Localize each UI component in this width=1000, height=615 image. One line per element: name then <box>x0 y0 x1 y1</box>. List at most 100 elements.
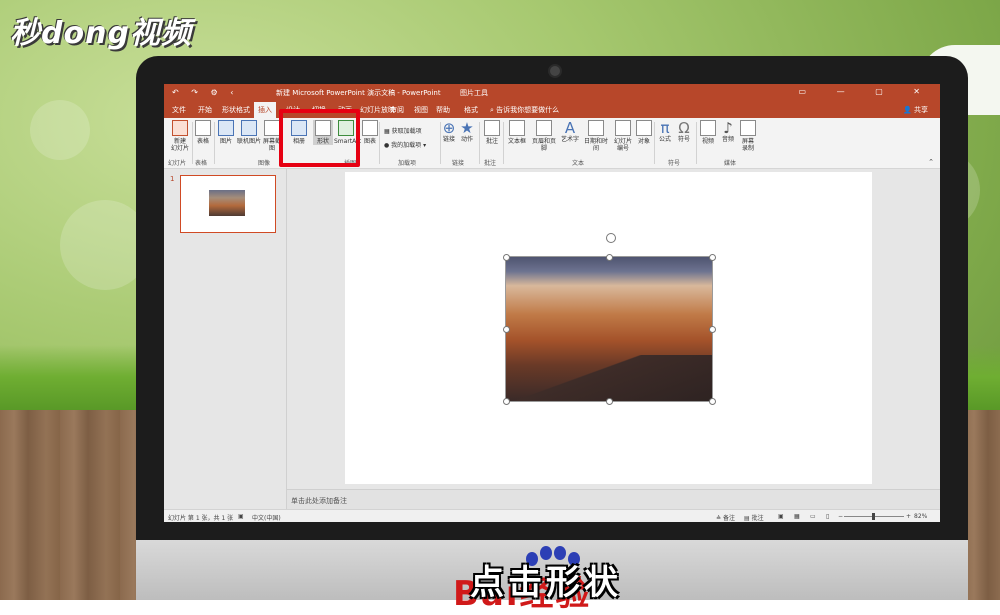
audio-button[interactable]: ♪ 音频 <box>720 120 736 143</box>
divider <box>654 122 655 164</box>
get-addins-button[interactable]: ▦ 获取加载项 <box>384 126 422 135</box>
online-picture-button[interactable]: 联机图片 <box>236 120 262 145</box>
tab-format[interactable]: 格式 <box>464 105 478 115</box>
chart-icon <box>362 120 378 136</box>
wordart-button[interactable]: A 艺术字 <box>560 120 580 143</box>
language-indicator[interactable]: 中文(中国) <box>252 513 281 522</box>
resize-handle[interactable] <box>606 254 613 261</box>
zoom-level[interactable]: 82% <box>914 513 927 520</box>
resize-handle[interactable] <box>503 398 510 405</box>
slide-number-icon <box>615 120 631 136</box>
slideshow-icon[interactable]: ▯ <box>826 513 829 520</box>
group-table: 表格 <box>195 160 208 167</box>
object-icon <box>636 120 652 136</box>
action-label: 动作 <box>460 136 473 143</box>
tab-insert[interactable]: 插入 <box>254 102 276 118</box>
resize-handle[interactable] <box>503 254 510 261</box>
window-title: 新建 Microsoft PowerPoint 演示文稿 - PowerPoin… <box>276 89 441 97</box>
collapse-ribbon-icon[interactable]: ⌃ <box>928 158 934 166</box>
table-button[interactable]: 表格 <box>194 120 212 145</box>
table-label: 表格 <box>196 138 209 145</box>
tab-home[interactable]: 开始 <box>198 105 212 115</box>
datetime-button[interactable]: 日期和时间 <box>582 120 610 152</box>
thumbnail-picture <box>209 190 245 216</box>
bokeh-light <box>30 100 90 160</box>
slide-sorter-icon[interactable]: ▦ <box>794 513 800 520</box>
window-controls[interactable]: ▭ — ▢ ✕ <box>799 87 934 96</box>
slide-number: 1 <box>170 175 175 183</box>
tab-help[interactable]: 帮助 <box>436 105 450 115</box>
camera-icon <box>264 120 280 136</box>
tab-review[interactable]: 审阅 <box>390 105 404 115</box>
link-button[interactable]: ⊕ 链接 <box>442 120 456 143</box>
divider <box>696 122 697 164</box>
slide-thumbnail[interactable] <box>180 175 276 233</box>
screen-recording-button[interactable]: 屏幕录制 <box>740 120 756 152</box>
equation-button[interactable]: π 公式 <box>657 120 673 143</box>
resize-handle[interactable] <box>709 398 716 405</box>
group-media: 媒体 <box>724 160 737 167</box>
share-button[interactable]: 👤 共享 <box>903 105 928 115</box>
screen-recording-label: 屏幕录制 <box>741 138 754 152</box>
comments-toggle[interactable]: ▤ 批注 <box>744 513 764 522</box>
wordart-label: 艺术字 <box>560 136 579 143</box>
chart-button[interactable]: 图表 <box>362 120 378 145</box>
omega-icon: Ω <box>678 119 690 137</box>
rotate-handle-icon[interactable] <box>606 233 616 243</box>
video-caption: 点击形状 <box>470 563 622 603</box>
header-footer-button[interactable]: 页眉和页脚 <box>530 120 558 152</box>
status-bar: 幻灯片 第 1 张，共 1 张 ▣ 中文(中国) ≙ 备注 ▤ 批注 ▣ ▦ ▭… <box>164 509 940 522</box>
audio-label: 音频 <box>721 136 734 143</box>
new-slide-button[interactable]: 新建 幻灯片 <box>169 120 191 152</box>
reading-view-icon[interactable]: ▭ <box>810 513 816 520</box>
notes-placeholder: 单击此处添加备注 <box>291 497 347 505</box>
tab-view[interactable]: 视图 <box>414 105 428 115</box>
spellcheck-icon[interactable]: ▣ <box>238 513 244 520</box>
group-symbols: 符号 <box>668 160 681 167</box>
video-button[interactable]: 视频 <box>700 120 716 145</box>
slide-count: 幻灯片 第 1 张，共 1 张 <box>168 515 234 522</box>
share-label: 共享 <box>914 106 928 114</box>
object-label: 对象 <box>637 138 650 145</box>
zoom-slider-thumb[interactable] <box>872 513 875 520</box>
quick-access-toolbar[interactable]: ↶ ↷ ⚙ ‹ <box>172 88 238 97</box>
divider <box>192 122 193 164</box>
group-comments: 批注 <box>484 160 497 167</box>
action-button[interactable]: ★ 动作 <box>459 120 475 143</box>
zoom-out-icon[interactable]: − <box>838 513 843 520</box>
speaker-icon: ♪ <box>723 119 733 137</box>
slide-editor <box>287 169 940 489</box>
title-bar: ↶ ↷ ⚙ ‹ 新建 Microsoft PowerPoint 演示文稿 - P… <box>164 84 940 102</box>
header-footer-icon <box>536 120 552 136</box>
my-addins-button[interactable]: ● 我的加载项 ▾ <box>384 140 426 149</box>
group-addins: 加载项 <box>398 160 417 167</box>
symbol-button[interactable]: Ω 符号 <box>676 120 692 143</box>
zoom-in-icon[interactable]: + <box>906 513 911 520</box>
slide-thumbnail-pane: 1 <box>164 169 287 509</box>
resize-handle[interactable] <box>709 254 716 261</box>
normal-view-icon[interactable]: ▣ <box>778 513 784 520</box>
object-button[interactable]: 对象 <box>636 120 652 145</box>
resize-handle[interactable] <box>709 326 716 333</box>
notes-pane[interactable]: 单击此处添加备注 <box>287 489 940 510</box>
canyon-picture[interactable] <box>505 256 713 402</box>
picture-button[interactable]: 图片 <box>217 120 235 145</box>
comment-icon <box>484 120 500 136</box>
tell-me-search[interactable]: ⌕ 告诉我你想要做什么 <box>490 105 559 115</box>
slide-number-button[interactable]: 幻灯片编号 <box>612 120 634 152</box>
textbox-button[interactable]: 文本框 <box>506 120 528 145</box>
online-picture-label: 联机图片 <box>236 138 261 145</box>
comments-toggle-label: 批注 <box>751 515 764 522</box>
tab-file[interactable]: 文件 <box>172 105 186 115</box>
slide-canvas[interactable] <box>345 172 872 484</box>
watermark-logo: 秒dong视频 <box>10 16 192 51</box>
notes-toggle[interactable]: ≙ 备注 <box>716 513 735 522</box>
new-slide-icon <box>172 120 188 136</box>
video-icon <box>700 120 716 136</box>
comment-button[interactable]: 批注 <box>483 120 501 145</box>
resize-handle[interactable] <box>606 398 613 405</box>
video-label: 视频 <box>701 138 714 145</box>
tab-shape-format[interactable]: 形状格式 <box>222 105 250 115</box>
link-icon: ⊕ <box>442 119 456 137</box>
resize-handle[interactable] <box>503 326 510 333</box>
